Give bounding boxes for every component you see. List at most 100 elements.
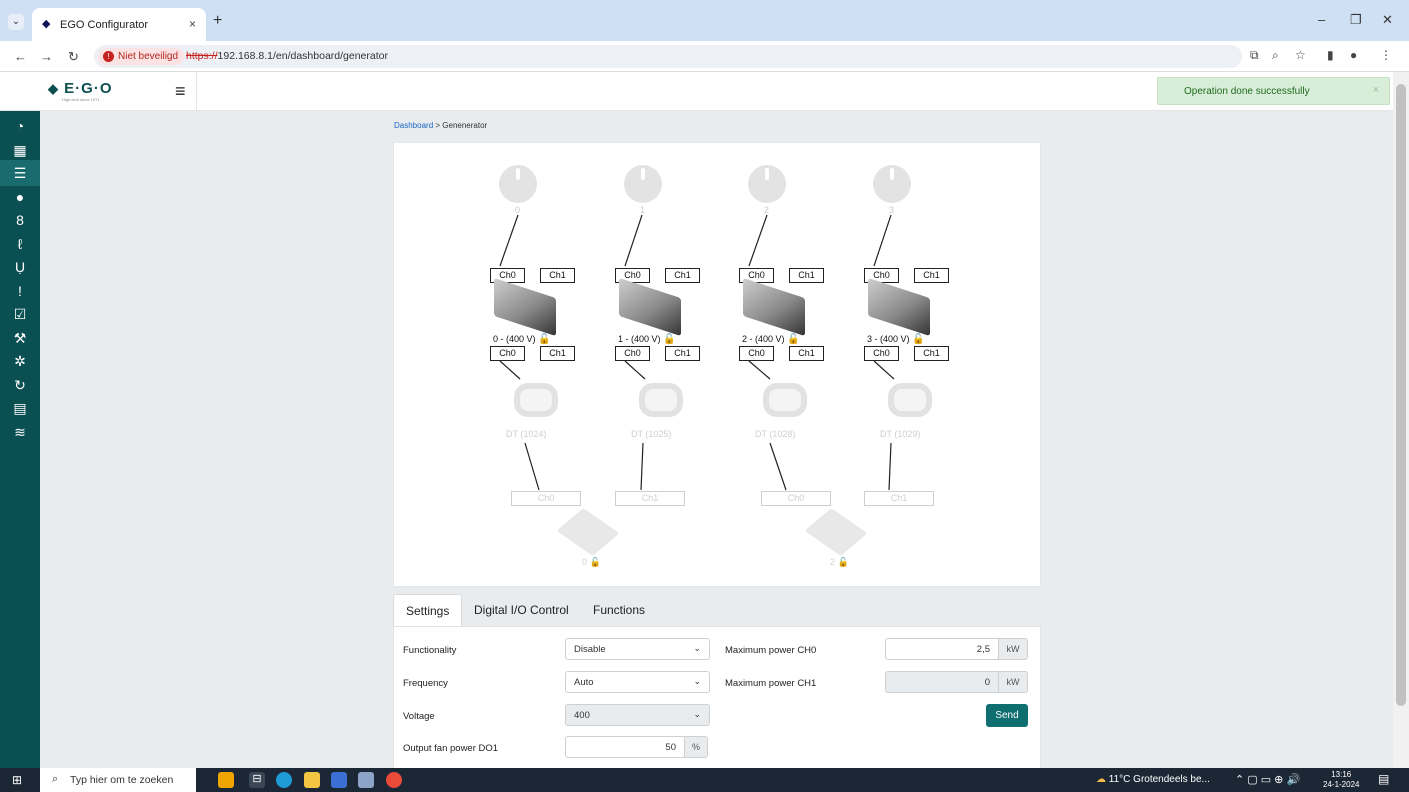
tab-settings[interactable]: Settings xyxy=(393,594,463,627)
max-power-ch0-input[interactable]: 2,5 xyxy=(885,638,999,660)
clock[interactable]: 13:16 24-1-2024 xyxy=(1323,770,1359,790)
transformer-image[interactable] xyxy=(888,383,932,417)
fan-power-input[interactable]: 50 xyxy=(565,736,685,758)
voltage-select[interactable]: 400 ⌄ xyxy=(565,704,710,726)
send-button[interactable]: Send xyxy=(986,704,1028,727)
sidebar-item-thermometer[interactable]: ℓ xyxy=(0,231,40,257)
new-tab-button[interactable]: + xyxy=(213,12,222,30)
sidebar-item-spinner[interactable]: ✲ xyxy=(0,348,40,374)
functionality-select[interactable]: Disable ⌄ xyxy=(565,638,710,660)
tab-close-button[interactable]: × xyxy=(189,17,196,31)
generator-label: 1 - (400 V) 🔓 xyxy=(618,334,676,345)
sidebar-item-sensor[interactable]: 8 xyxy=(0,207,40,233)
frequency-select[interactable]: Auto ⌄ xyxy=(565,671,710,693)
window-close-button[interactable]: ✕ xyxy=(1382,12,1393,28)
notification-icon[interactable]: ▤ xyxy=(1378,772,1389,786)
generator-input-ch1[interactable]: Ch1 xyxy=(540,268,575,283)
tab-digital-io-control[interactable]: Digital I/O Control xyxy=(462,594,581,627)
controller-channel-box[interactable]: Ch0 xyxy=(511,491,581,506)
taskbar-search-input[interactable]: ⌕ Typ hier om te zoeken xyxy=(40,768,196,792)
controller-channel-box[interactable]: Ch1 xyxy=(864,491,934,506)
controller-channel-box[interactable]: Ch0 xyxy=(761,491,831,506)
windows-start-icon[interactable]: ⊞ xyxy=(12,773,22,787)
scrollbar-thumb[interactable] xyxy=(1396,84,1406,706)
frequency-label: Frequency xyxy=(403,678,448,689)
task-view-icon[interactable]: ⊟ xyxy=(249,772,265,788)
chevron-down-icon: ⌄ xyxy=(693,676,701,686)
url-input[interactable]: ! Niet beveiligd https://192.168.8.1/en/… xyxy=(94,45,1242,68)
menu-toggle-icon[interactable]: ≡ xyxy=(175,81,186,102)
knob-pointer xyxy=(641,168,645,180)
sidebar-item-refresh[interactable]: ↻ xyxy=(0,372,40,398)
profile-icon[interactable]: ● xyxy=(1350,48,1357,62)
more-menu-icon[interactable]: ⋮ xyxy=(1380,48,1392,62)
tab-search-button[interactable]: ⌄ xyxy=(8,14,24,30)
transformer-image[interactable] xyxy=(763,383,807,417)
ego-logo[interactable]: ◆ E·G·O High-tech since 1971 xyxy=(48,80,158,108)
generator-output-ch0[interactable]: Ch0 xyxy=(864,346,899,361)
forward-icon[interactable]: → xyxy=(40,49,53,64)
briefcase-app-icon[interactable] xyxy=(218,772,234,788)
lock-icon[interactable]: 🔓 xyxy=(661,334,675,345)
tab-functions[interactable]: Functions xyxy=(581,594,657,627)
transformer-image[interactable] xyxy=(514,383,558,417)
minimize-button[interactable]: – xyxy=(1318,12,1325,27)
sidebar-item-database[interactable]: ▤ xyxy=(0,395,40,421)
file-explorer-icon[interactable] xyxy=(304,772,320,788)
transformer-image[interactable] xyxy=(639,383,683,417)
system-tray-icons[interactable]: ⌃ ▢ ▭ ⊕ 🔊 xyxy=(1235,773,1300,786)
weather-icon: ☁ xyxy=(1096,774,1106,785)
sidebar-item-wrench[interactable]: ⚒ xyxy=(0,325,40,351)
sidebar-item-circle[interactable]: ● xyxy=(0,184,40,210)
generator-output-ch1[interactable]: Ch1 xyxy=(540,346,575,361)
checkbox-icon: ☑ xyxy=(13,306,27,322)
security-badge[interactable]: ! Niet beveiligd xyxy=(98,48,185,65)
generator-input-ch1[interactable]: Ch1 xyxy=(789,268,824,283)
bookmark-star-icon[interactable]: ☆ xyxy=(1295,48,1306,62)
sidebar-item-stethoscope[interactable]: Ụ xyxy=(0,254,40,280)
remote-app-icon[interactable] xyxy=(358,772,374,788)
reload-icon[interactable]: ↻ xyxy=(68,49,79,65)
generator-input-ch1[interactable]: Ch1 xyxy=(914,268,949,283)
store-icon[interactable] xyxy=(331,772,347,788)
generator-output-ch0[interactable]: Ch0 xyxy=(739,346,774,361)
database-icon: ▤ xyxy=(13,400,27,416)
generator-output-ch0[interactable]: Ch0 xyxy=(615,346,650,361)
back-icon[interactable]: ← xyxy=(14,49,27,64)
sidebar-item-sliders[interactable]: ☰ xyxy=(0,160,40,186)
toast-close-button[interactable]: × xyxy=(1373,84,1379,96)
generator-output-ch1[interactable]: Ch1 xyxy=(789,346,824,361)
translate-icon[interactable]: ⧉ xyxy=(1250,48,1259,63)
dashboard-icon: ◔ xyxy=(15,118,25,134)
generator-output-ch1[interactable]: Ch1 xyxy=(665,346,700,361)
zoom-icon[interactable]: ⌕ xyxy=(1272,48,1279,63)
side-panel-icon[interactable]: ▮ xyxy=(1327,48,1334,62)
sidebar-item-checkbox[interactable]: ☑ xyxy=(0,301,40,327)
generator-output-ch0[interactable]: Ch0 xyxy=(490,346,525,361)
lock-icon[interactable]: 🔓 xyxy=(910,334,924,345)
sidebar-item-dashboard[interactable]: ◔ xyxy=(0,113,40,139)
lock-icon[interactable]: 🔓 xyxy=(835,557,849,567)
sidebar-item-alert[interactable]: ! xyxy=(0,278,40,304)
weather-widget[interactable]: ☁ 11°C Grotendeels be... xyxy=(1096,774,1210,785)
sidebar-item-table[interactable]: ▦ xyxy=(0,137,40,163)
edge-browser-icon[interactable] xyxy=(276,772,292,788)
generator-output-ch1[interactable]: Ch1 xyxy=(914,346,949,361)
lock-icon[interactable]: 🔓 xyxy=(785,334,799,345)
success-toast: Operation done successfully × xyxy=(1157,77,1390,105)
sidebar-item-wifi[interactable]: ≋ xyxy=(0,419,40,445)
page-scrollbar[interactable] xyxy=(1393,72,1409,768)
browser-tab[interactable]: ◆ EGO Configurator × xyxy=(32,8,206,41)
generator-knob xyxy=(499,165,537,203)
diagram-lines xyxy=(499,214,895,491)
lock-icon[interactable]: 🔓 xyxy=(536,334,550,345)
restore-button[interactable]: ❐ xyxy=(1350,12,1362,28)
max-power-ch1-input[interactable]: 0 xyxy=(885,671,999,693)
generator-input-ch1[interactable]: Ch1 xyxy=(665,268,700,283)
breadcrumb-dashboard-link[interactable]: Dashboard xyxy=(394,121,433,130)
wifi-favicon-icon: ◆ xyxy=(42,18,51,30)
chrome-browser-icon[interactable] xyxy=(386,772,402,788)
lock-icon[interactable]: 🔓 xyxy=(587,557,601,567)
generator-voltage-text: 2 - (400 V) xyxy=(742,334,785,344)
controller-channel-box[interactable]: Ch1 xyxy=(615,491,685,506)
